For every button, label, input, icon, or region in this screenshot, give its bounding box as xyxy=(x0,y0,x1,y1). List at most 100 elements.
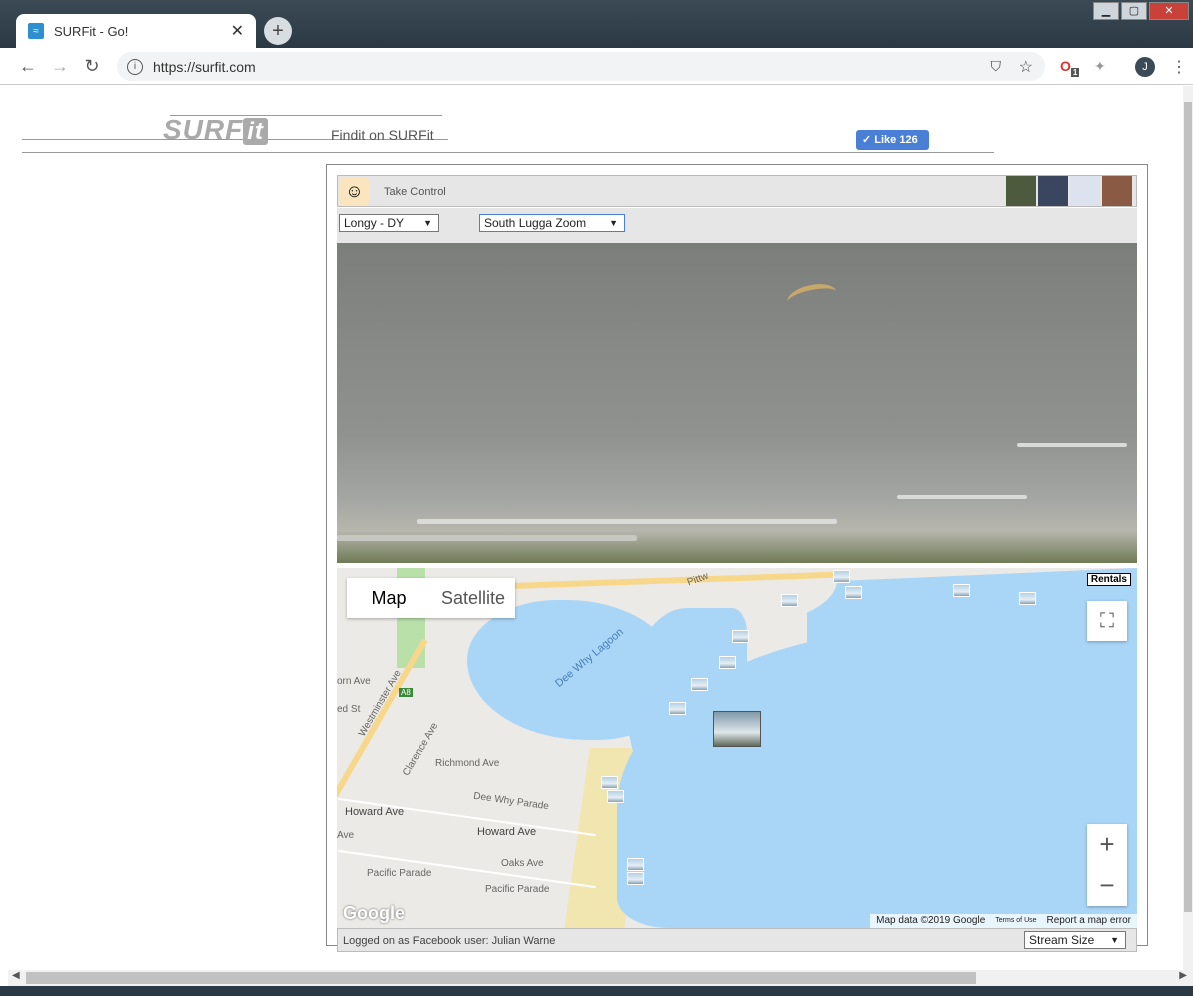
zoom-select[interactable]: South Lugga Zoom ▼ xyxy=(479,214,625,232)
page-content: SURF it Findit on SURFit ✓ Like 126 ☺ Tak… xyxy=(8,86,1182,970)
widget-footer: Logged on as Facebook user: Julian Warne… xyxy=(337,928,1137,952)
dropdown-arrow-icon: ▼ xyxy=(1110,935,1119,945)
vertical-scrollbar[interactable] xyxy=(1183,86,1193,970)
rentals-button[interactable]: Rentals xyxy=(1086,573,1131,586)
dropdown-arrow-icon: ▼ xyxy=(423,218,432,228)
zoom-select-value: South Lugga Zoom xyxy=(484,216,587,230)
road-label: Pacific Parade xyxy=(485,884,550,895)
viewer-thumbnails xyxy=(1006,176,1132,206)
widget-inner: ☺ Take Control Longy - DY ▼ South Lugga Z… xyxy=(337,175,1137,957)
camera-select[interactable]: Longy - DY ▼ xyxy=(339,214,439,232)
camera-marker[interactable] xyxy=(719,656,736,669)
logo-it: it xyxy=(243,118,268,145)
surfcam-video[interactable] xyxy=(337,243,1137,563)
camera-marker[interactable] xyxy=(627,872,644,885)
fullscreen-icon[interactable]: ⛶ xyxy=(1087,601,1127,641)
selected-camera-marker[interactable] xyxy=(713,711,761,747)
road-label: ed St xyxy=(337,704,361,715)
favicon-icon: ≈ xyxy=(28,23,44,39)
road-label: Richmond Ave xyxy=(435,758,500,769)
logged-on-text: Logged on as Facebook user: Julian Warne xyxy=(343,935,556,947)
camera-marker[interactable] xyxy=(833,570,850,583)
menu-kebab-icon[interactable]: ⋮ xyxy=(1171,57,1187,77)
viewer-avatar[interactable] xyxy=(1102,176,1132,206)
viewer-avatar[interactable] xyxy=(1038,176,1068,206)
viewer-avatar[interactable] xyxy=(1070,176,1100,206)
close-window-icon[interactable]: ✕ xyxy=(1149,2,1189,20)
tagline: Findit on SURFit xyxy=(331,127,434,143)
wave xyxy=(897,495,1027,499)
road-label: Howard Ave xyxy=(477,826,537,838)
camera-marker[interactable] xyxy=(607,790,624,803)
zoom-control: + − xyxy=(1087,824,1127,906)
zoom-in-button[interactable]: + xyxy=(1087,824,1127,865)
viewer-avatar[interactable] xyxy=(1006,176,1036,206)
tab-satellite[interactable]: Satellite xyxy=(431,578,515,618)
dropdown-arrow-icon: ▼ xyxy=(609,218,618,228)
terms-link[interactable]: Terms of Use xyxy=(995,914,1036,928)
bookmark-star-icon[interactable]: ☆ xyxy=(1019,57,1033,77)
opera-extension-icon[interactable]: O1 xyxy=(1060,58,1080,77)
camera-marker[interactable] xyxy=(781,594,798,607)
back-icon[interactable]: ← xyxy=(16,56,40,77)
zoom-out-button[interactable]: − xyxy=(1087,865,1127,906)
url-text[interactable]: https://surfit.com xyxy=(153,59,256,75)
tab-title: SURFit - Go! xyxy=(54,23,129,39)
select-row: Longy - DY ▼ South Lugga Zoom ▼ xyxy=(337,208,1137,244)
user-avatar[interactable]: ☺ xyxy=(340,177,369,206)
profile-avatar[interactable]: J xyxy=(1135,57,1155,77)
wave xyxy=(337,535,637,541)
camera-marker[interactable] xyxy=(601,776,618,789)
road-label: Oaks Ave xyxy=(501,858,544,869)
report-error-link[interactable]: Report a map error xyxy=(1047,914,1131,928)
camera-marker[interactable] xyxy=(1019,592,1036,605)
camera-marker[interactable] xyxy=(953,584,970,597)
header-rule xyxy=(22,152,994,153)
minimize-icon[interactable]: ▁ xyxy=(1093,2,1119,20)
camera-marker[interactable] xyxy=(732,630,749,643)
road-label: Ave xyxy=(337,830,355,841)
camera-marker[interactable] xyxy=(669,702,686,715)
map-data-text: Map data ©2019 Google xyxy=(876,915,986,926)
take-control-link[interactable]: Take Control xyxy=(384,186,446,198)
tab-map[interactable]: Map xyxy=(347,578,431,618)
scroll-right-icon[interactable]: ▶ xyxy=(1179,970,1187,981)
forward-icon[interactable]: → xyxy=(48,56,72,77)
camera-marker[interactable] xyxy=(845,586,862,599)
horizontal-scrollbar[interactable]: ◀ ▶ xyxy=(8,970,1193,986)
window-frame-bottom xyxy=(0,986,1193,996)
reload-icon[interactable]: ↻ xyxy=(80,56,104,77)
stream-size-select[interactable]: Stream Size ▼ xyxy=(1024,931,1126,949)
maximize-icon[interactable]: ▢ xyxy=(1121,2,1147,20)
window-controls: ▁ ▢ ✕ xyxy=(1093,2,1189,20)
scrollbar-thumb[interactable] xyxy=(26,972,976,984)
camera-marker[interactable] xyxy=(691,678,708,691)
road-label: Howard Ave xyxy=(345,806,405,818)
map[interactable]: Dee Why Lagoon Howard Ave Howard Ave Ric… xyxy=(337,568,1137,928)
google-logo: Google xyxy=(343,903,405,923)
browser-titlebar: ≈ SURFit - Go! ✕ + ▁ ▢ ✕ xyxy=(0,0,1193,48)
surfcam-widget: ☺ Take Control Longy - DY ▼ South Lugga Z… xyxy=(326,164,1148,952)
tab-close-icon[interactable]: ✕ xyxy=(231,21,244,41)
info-icon[interactable]: i xyxy=(127,58,143,75)
camera-select-value: Longy - DY xyxy=(344,216,405,230)
new-tab-button[interactable]: + xyxy=(264,17,292,45)
facebook-like-button[interactable]: ✓ Like 126 xyxy=(856,130,929,150)
logo-surf: SURF xyxy=(163,114,244,145)
scroll-left-icon[interactable]: ◀ xyxy=(12,970,20,981)
control-bar: ☺ Take Control xyxy=(337,175,1137,207)
map-attribution: Map data ©2019 Google Terms of Use Repor… xyxy=(870,914,1137,928)
scrollbar-thumb[interactable] xyxy=(1184,102,1192,912)
like-label: Like 126 xyxy=(874,134,918,146)
extension-icon[interactable]: ✦ xyxy=(1094,58,1106,75)
wave xyxy=(417,519,837,524)
browser-tab[interactable]: ≈ SURFit - Go! ✕ xyxy=(16,14,256,48)
shield-icon[interactable]: ⛉ xyxy=(991,58,1002,75)
camera-marker[interactable] xyxy=(627,858,644,871)
road-label: Pacific Parade xyxy=(367,868,432,879)
surfit-logo[interactable]: SURF it xyxy=(163,114,323,145)
wave xyxy=(1017,443,1127,447)
road-shield: A8 xyxy=(399,688,413,697)
address-bar[interactable]: i https://surfit.com ⛉ ☆ xyxy=(117,52,1045,81)
road-label: orn Ave xyxy=(337,676,371,687)
